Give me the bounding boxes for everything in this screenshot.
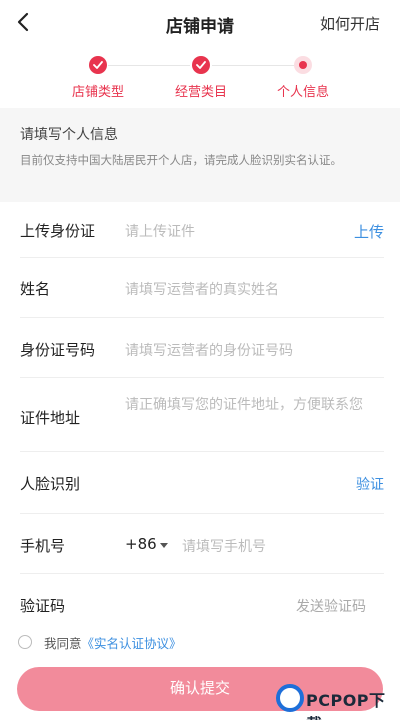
id-upload-row: 上传身份证 请上传证件 上传	[20, 202, 384, 258]
phone-row: 手机号 +86 请填写手机号	[20, 514, 384, 574]
check-icon	[89, 56, 107, 74]
country-code-select[interactable]: +86	[125, 535, 157, 553]
id-number-row: 身份证号码 请填写运营者的身份证号码	[20, 318, 384, 378]
agreement-link[interactable]: 《实名认证协议》	[82, 636, 182, 651]
step-store-type: 店铺类型	[43, 52, 153, 100]
agreement-radio[interactable]	[18, 635, 32, 649]
face-recognition-row: 人脸识别 验证	[20, 452, 384, 514]
how-to-open-store-link[interactable]: 如何开店	[320, 13, 380, 34]
face-recognition-label: 人脸识别	[20, 475, 81, 493]
step-personal-info: 个人信息	[248, 52, 358, 100]
name-input[interactable]: 请填写运营者的真实姓名	[125, 279, 279, 299]
name-label: 姓名	[20, 280, 51, 298]
step-label: 个人信息	[276, 85, 329, 100]
step-label: 店铺类型	[71, 85, 124, 100]
step-business-category: 经营类目	[146, 52, 256, 100]
id-number-input[interactable]: 请填写运营者的身份证号码	[125, 340, 293, 360]
step-label: 经营类目	[174, 85, 227, 100]
top-nav-bar: 店铺申请 如何开店	[0, 0, 400, 48]
address-label: 证件地址	[20, 409, 81, 427]
info-notice: 请填写个人信息 目前仅支持中国大陆居民开个人店，请完成人脸识别实名认证。	[0, 108, 400, 202]
watermark-logo: PCPOP下载	[276, 684, 400, 720]
id-number-label: 身份证号码	[20, 341, 96, 359]
name-row: 姓名 请填写运营者的真实姓名	[20, 258, 384, 318]
verify-face-button[interactable]: 验证	[356, 474, 384, 494]
verification-code-row: 验证码 发送验证码	[20, 574, 384, 630]
notice-text: 目前仅支持中国大陆居民开个人店，请完成人脸识别实名认证。	[20, 153, 342, 167]
address-row: 证件地址 请正确填写您的证件地址，方便联系您	[20, 378, 384, 452]
send-code-button[interactable]: 发送验证码	[296, 596, 366, 616]
verification-code-label: 验证码	[20, 597, 66, 615]
caret-down-icon[interactable]	[160, 543, 168, 548]
phone-label: 手机号	[20, 537, 66, 555]
agreement-prefix: 我同意	[44, 636, 82, 651]
id-upload-label: 上传身份证	[20, 222, 96, 240]
current-step-dot-icon	[294, 56, 312, 74]
check-icon	[192, 56, 210, 74]
watermark-brand: PCPOP下载	[306, 691, 386, 720]
notice-title: 请填写个人信息	[20, 127, 118, 143]
phone-input[interactable]: 请填写手机号	[182, 536, 266, 556]
logo-mark-icon	[276, 684, 304, 712]
id-upload-placeholder: 请上传证件	[125, 224, 195, 240]
address-input[interactable]: 请正确填写您的证件地址，方便联系您	[125, 394, 381, 416]
upload-button[interactable]: 上传	[354, 221, 384, 242]
progress-stepper: 店铺类型 经营类目 个人信息	[0, 52, 400, 102]
agreement-text: 我同意《实名认证协议》	[44, 633, 182, 652]
